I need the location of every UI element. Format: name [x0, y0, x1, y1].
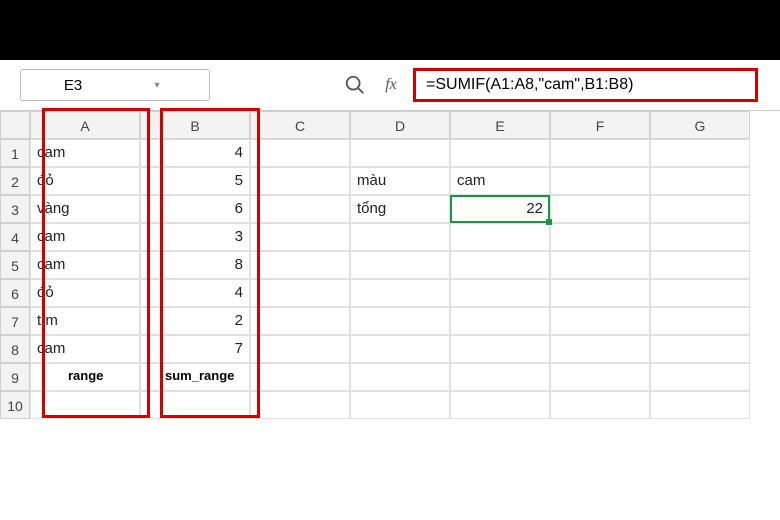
cell-e6[interactable] [450, 279, 550, 307]
cell-e5[interactable] [450, 251, 550, 279]
cell-a3[interactable]: vàng [30, 195, 140, 223]
col-header-g[interactable]: G [650, 111, 750, 139]
cell-f5[interactable] [550, 251, 650, 279]
cell-a2[interactable]: đỏ [30, 167, 140, 195]
cell-d7[interactable] [350, 307, 450, 335]
row-header-8[interactable]: 8 [0, 335, 30, 363]
cell-c5[interactable] [250, 251, 350, 279]
cell-b2[interactable]: 5 [140, 167, 250, 195]
cell-d8[interactable] [350, 335, 450, 363]
cell-e4[interactable] [450, 223, 550, 251]
cell-c8[interactable] [250, 335, 350, 363]
cell-g8[interactable] [650, 335, 750, 363]
col-header-e[interactable]: E [450, 111, 550, 139]
cell-c7[interactable] [250, 307, 350, 335]
cell-f6[interactable] [550, 279, 650, 307]
cell-e7[interactable] [450, 307, 550, 335]
cell-f2[interactable] [550, 167, 650, 195]
cell-c3[interactable] [250, 195, 350, 223]
cell-e2[interactable]: cam [450, 167, 550, 195]
row-header-10[interactable]: 10 [0, 391, 30, 419]
cell-f4[interactable] [550, 223, 650, 251]
row-header-3[interactable]: 3 [0, 195, 30, 223]
cell-f1[interactable] [550, 139, 650, 167]
col-header-d[interactable]: D [350, 111, 450, 139]
cell-b5[interactable]: 8 [140, 251, 250, 279]
cell-f9[interactable] [550, 363, 650, 391]
cell-a6[interactable]: đỏ [30, 279, 140, 307]
formula-text: =SUMIF(A1:A8,"cam",B1:B8) [426, 76, 633, 94]
cell-c4[interactable] [250, 223, 350, 251]
row-header-5[interactable]: 5 [0, 251, 30, 279]
zoom-icon[interactable] [341, 71, 369, 99]
annotation-range: range [68, 368, 103, 383]
cell-b6[interactable]: 4 [140, 279, 250, 307]
row-header-1[interactable]: 1 [0, 139, 30, 167]
cell-d5[interactable] [350, 251, 450, 279]
spreadsheet-grid[interactable]: A B C D E F G 1 cam 4 2 đỏ 5 màu cam 3 v… [0, 111, 780, 419]
cell-b7[interactable]: 2 [140, 307, 250, 335]
cell-a1[interactable]: cam [30, 139, 140, 167]
name-box[interactable]: E3 ▾ [20, 69, 210, 101]
cell-b1[interactable]: 4 [140, 139, 250, 167]
cell-d4[interactable] [350, 223, 450, 251]
cell-e9[interactable] [450, 363, 550, 391]
cell-a5[interactable]: cam [30, 251, 140, 279]
col-header-f[interactable]: F [550, 111, 650, 139]
cell-d10[interactable] [350, 391, 450, 419]
row-header-6[interactable]: 6 [0, 279, 30, 307]
cell-a4[interactable]: cam [30, 223, 140, 251]
col-header-c[interactable]: C [250, 111, 350, 139]
cell-g10[interactable] [650, 391, 750, 419]
cell-b10[interactable] [140, 391, 250, 419]
cell-e1[interactable] [450, 139, 550, 167]
cell-g9[interactable] [650, 363, 750, 391]
cell-a8[interactable]: cam [30, 335, 140, 363]
cell-c6[interactable] [250, 279, 350, 307]
cell-b3[interactable]: 6 [140, 195, 250, 223]
row-header-4[interactable]: 4 [0, 223, 30, 251]
formula-toolbar: E3 ▾ fx =SUMIF(A1:A8,"cam",B1:B8) [0, 60, 780, 111]
formula-bar[interactable]: =SUMIF(A1:A8,"cam",B1:B8) [413, 68, 758, 102]
cell-a10[interactable] [30, 391, 140, 419]
cell-f8[interactable] [550, 335, 650, 363]
cell-f10[interactable] [550, 391, 650, 419]
cell-c9[interactable] [250, 363, 350, 391]
cell-d3[interactable]: tổng [350, 195, 450, 223]
cell-c1[interactable] [250, 139, 350, 167]
cell-d1[interactable] [350, 139, 450, 167]
cell-f3[interactable] [550, 195, 650, 223]
top-black-bar [0, 0, 780, 60]
cell-g7[interactable] [650, 307, 750, 335]
cell-f7[interactable] [550, 307, 650, 335]
cell-g2[interactable] [650, 167, 750, 195]
col-header-b[interactable]: B [140, 111, 250, 139]
cell-g4[interactable] [650, 223, 750, 251]
row-header-9[interactable]: 9 [0, 363, 30, 391]
cell-g1[interactable] [650, 139, 750, 167]
row-header-2[interactable]: 2 [0, 167, 30, 195]
fx-icon[interactable]: fx [377, 71, 405, 99]
row-header-7[interactable]: 7 [0, 307, 30, 335]
cell-a7[interactable]: tím [30, 307, 140, 335]
cell-d6[interactable] [350, 279, 450, 307]
annotation-sumrange: sum_range [165, 368, 234, 383]
col-header-a[interactable]: A [30, 111, 140, 139]
cell-g5[interactable] [650, 251, 750, 279]
cell-c10[interactable] [250, 391, 350, 419]
cell-c2[interactable] [250, 167, 350, 195]
cell-g6[interactable] [650, 279, 750, 307]
cell-b8[interactable]: 7 [140, 335, 250, 363]
chevron-down-icon[interactable]: ▾ [115, 80, 199, 91]
cell-g3[interactable] [650, 195, 750, 223]
cell-e10[interactable] [450, 391, 550, 419]
cell-e8[interactable] [450, 335, 550, 363]
cell-b4[interactable]: 3 [140, 223, 250, 251]
cell-e3[interactable]: 22 [450, 195, 550, 223]
cell-d2[interactable]: màu [350, 167, 450, 195]
select-all-corner[interactable] [0, 111, 30, 139]
cell-d9[interactable] [350, 363, 450, 391]
name-box-value: E3 [31, 77, 115, 94]
